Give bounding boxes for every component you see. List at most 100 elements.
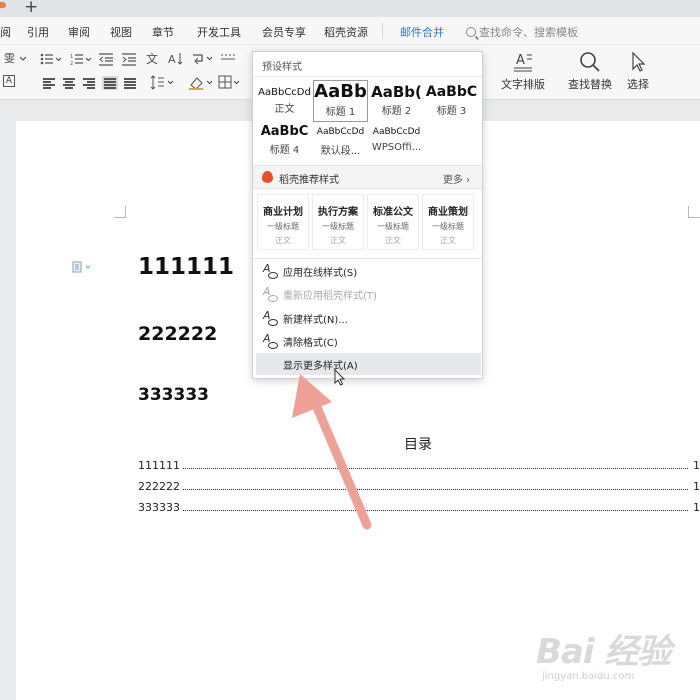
style-name: 正文 — [274, 104, 295, 115]
new-tab-button[interactable]: + — [24, 0, 38, 17]
svg-text:A: A — [168, 53, 176, 66]
arrow-shaft — [311, 400, 372, 530]
select-button[interactable]: 选择 — [620, 51, 656, 92]
style-action-icon — [262, 285, 278, 302]
style-normal[interactable]: AaBbCcDd 正文 — [257, 82, 312, 122]
align-justify-button[interactable] — [102, 76, 118, 90]
increase-indent-icon[interactable] — [121, 52, 137, 66]
docer-logo-icon — [262, 171, 273, 183]
document-tab-strip: + — [0, 0, 700, 17]
style-heading-3[interactable]: AaBbC 标题 3 — [424, 82, 479, 122]
recommend-style-official[interactable]: 标准公文 一级标题 正文 — [367, 194, 419, 250]
command-search-placeholder: 查找命令、搜索模板 — [479, 26, 578, 39]
command-search[interactable]: 查找命令、搜索模板 — [466, 24, 578, 40]
styles-dropdown: 预设样式 AaBbCcDd 正文 AaBb 标题 1 AaBb( 标题 2 Aa… — [252, 51, 483, 379]
margin-corner-mark — [114, 206, 126, 218]
menu-divider — [382, 23, 383, 39]
rec-subtitle: 一级标题 — [432, 222, 464, 231]
decrease-indent-icon[interactable] — [98, 52, 114, 66]
rec-title: 执行方案 — [318, 207, 358, 218]
style-heading-1[interactable]: AaBb 标题 1 — [313, 80, 368, 122]
heading-1-text[interactable]: 111111 — [138, 254, 234, 280]
menu-mail-merge[interactable]: 邮件合并 — [400, 24, 444, 40]
style-default-paragraph[interactable]: AaBbCcDd 默认段... — [313, 123, 368, 163]
rec-body: 正文 — [385, 236, 401, 245]
action-label: 应用在线样式(S) — [283, 268, 358, 279]
toc-entry-text: 222222 — [138, 480, 182, 493]
line-spacing-icon[interactable] — [150, 75, 176, 91]
more-label: 更多 — [442, 175, 463, 186]
style-sample: AaBbCcDd — [372, 127, 421, 137]
tab-stop-icon[interactable] — [220, 53, 236, 63]
watermark-logo: Bai 经验 — [536, 632, 671, 672]
magnifier-icon — [580, 52, 600, 72]
style-name: 标题 1 — [325, 107, 356, 118]
style-sample: AaBbC — [260, 124, 309, 139]
heading-2-text[interactable]: 222222 — [138, 323, 217, 345]
toc-entry[interactable]: 111111 1 — [138, 459, 700, 473]
menu-developer[interactable]: 开发工具 — [197, 24, 241, 40]
menu-bar: 阅 引用 审阅 视图 章节 开发工具 会员专享 稻壳资源 邮件合并 查找命令、搜… — [0, 17, 700, 45]
mouse-cursor-icon — [334, 369, 346, 386]
clear-format-item[interactable]: 清除格式(C) — [256, 330, 481, 352]
text-layout-button[interactable]: A 文字排版 — [498, 51, 548, 92]
char-border-icon[interactable]: A — [3, 75, 15, 87]
phonetic-guide-icon[interactable]: 雯 — [4, 51, 26, 65]
action-label: 清除格式(C) — [283, 338, 338, 349]
heading-3-text[interactable]: 333333 — [138, 385, 209, 405]
sort-icon[interactable]: A — [168, 51, 184, 67]
action-label: 重新应用稻壳样式(T) — [283, 291, 377, 302]
borders-icon[interactable] — [218, 75, 244, 91]
menu-references[interactable]: 引用 — [27, 24, 49, 40]
svg-text:A: A — [516, 53, 525, 68]
numbered-list-icon[interactable]: 12 — [70, 52, 94, 66]
toc-entry[interactable]: 222222 1 — [138, 480, 700, 494]
style-name: 标题 3 — [436, 106, 467, 117]
shading-icon[interactable] — [188, 75, 216, 91]
menu-view[interactable]: 视图 — [110, 24, 132, 40]
toc-entry-text: 333333 — [138, 501, 182, 514]
paragraph-mark-icon[interactable] — [190, 51, 216, 67]
recommend-style-business-plan[interactable]: 商业计划 一级标题 正文 — [257, 194, 309, 250]
distribute-button[interactable] — [122, 76, 138, 90]
recommend-style-marketing[interactable]: 商业策划 一级标题 正文 — [422, 194, 474, 250]
find-replace-label: 查找替换 — [568, 78, 612, 91]
style-heading-2[interactable]: AaBb( 标题 2 — [369, 82, 424, 122]
apply-online-style-item[interactable]: 应用在线样式(S) — [256, 260, 481, 282]
new-style-icon — [262, 309, 278, 326]
toc-page-number: 1 — [693, 459, 700, 472]
style-heading-4[interactable]: AaBbC 标题 4 — [257, 123, 312, 163]
svg-text:雯: 雯 — [4, 52, 15, 65]
menu-docer-resources[interactable]: 稻壳资源 — [324, 24, 368, 40]
rec-subtitle: 一级标题 — [377, 222, 409, 231]
new-style-item[interactable]: 新建样式(N)... — [256, 307, 481, 329]
select-label: 选择 — [627, 78, 649, 91]
chinese-layout-icon[interactable]: 文 — [146, 51, 162, 67]
style-name: 标题 4 — [269, 145, 300, 156]
toc-leader — [180, 489, 688, 490]
menu-layout[interactable]: 阅 — [0, 24, 11, 40]
align-center-button[interactable] — [61, 76, 77, 90]
toc-title[interactable]: 目录 — [404, 434, 432, 454]
bullet-list-icon[interactable] — [40, 52, 64, 66]
style-wpsoffice[interactable]: AaBbCcDd WPSOffi... — [369, 123, 424, 163]
menu-chapter[interactable]: 章节 — [152, 24, 174, 40]
active-tab-indicator[interactable] — [0, 2, 6, 8]
reapply-docer-style-item: 重新应用稻壳样式(T) — [256, 283, 481, 305]
annotation-arrow — [292, 374, 372, 530]
more-styles-link[interactable]: 更多 › — [443, 171, 470, 186]
rec-title: 商业策划 — [428, 207, 468, 218]
style-sample: AaBb( — [371, 83, 422, 101]
toc-leader — [180, 468, 688, 469]
align-right-button[interactable] — [81, 76, 97, 90]
rec-body: 正文 — [275, 236, 291, 245]
menu-member[interactable]: 会员专享 — [262, 24, 306, 40]
find-replace-button[interactable]: 查找替换 — [564, 51, 616, 92]
recommend-style-execution[interactable]: 执行方案 一级标题 正文 — [312, 194, 364, 250]
rec-body: 正文 — [440, 236, 456, 245]
align-left-button[interactable] — [41, 76, 57, 90]
paragraph-handle-icon[interactable] — [72, 261, 94, 273]
toc-entry[interactable]: 333333 1 — [138, 501, 700, 515]
menu-review[interactable]: 审阅 — [68, 24, 90, 40]
recommend-label: 稻壳推荐样式 — [279, 175, 339, 186]
